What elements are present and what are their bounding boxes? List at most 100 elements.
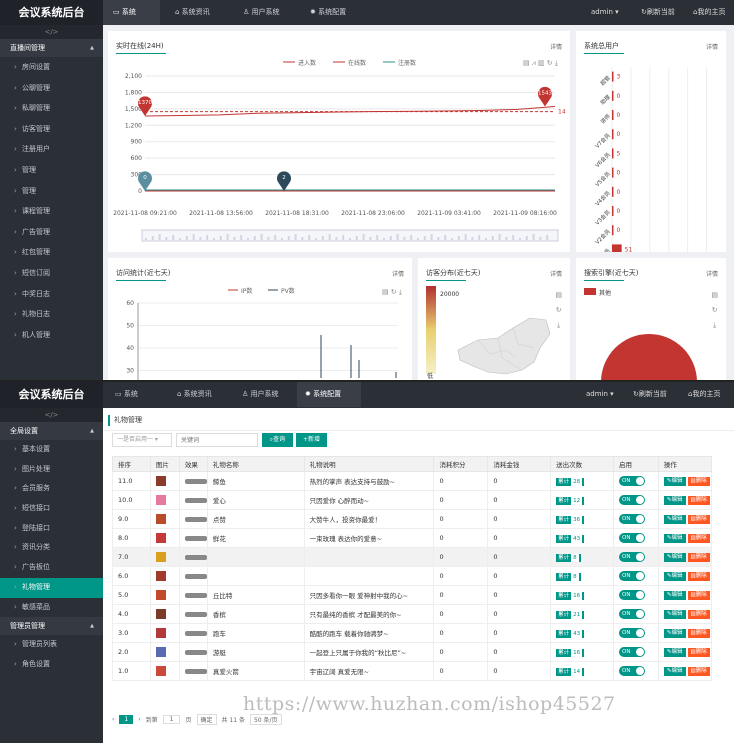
enable-toggle[interactable]: ON xyxy=(618,476,645,486)
table-row[interactable]: 8.0 鲜花 一束玫瑰 表达你的爱意~ 0 0 累计 43 ON ✎编辑 ▥删除 xyxy=(112,528,713,548)
table-row[interactable]: 6.0 0 0 累计 8 ON ✎编辑 ▥删除 xyxy=(112,566,713,586)
tab-news[interactable]: ⌂ 系统资讯 xyxy=(165,0,227,25)
chart-toolbox[interactable]: ▤ ↻ ⤓ xyxy=(555,288,562,333)
sidebar-item[interactable]: 短信订阅 xyxy=(0,263,103,284)
sidebar-item[interactable]: 访客管理 xyxy=(0,119,103,140)
admin-menu[interactable]: admin ▾ xyxy=(586,382,614,407)
enable-toggle[interactable]: ON xyxy=(618,514,645,524)
sidebar-group-global[interactable]: 全局设置 xyxy=(0,422,103,440)
edit-button[interactable]: ✎编辑 xyxy=(663,629,686,638)
enable-toggle[interactable]: ON xyxy=(618,628,645,638)
sidebar-item[interactable]: 公聊管理 xyxy=(0,78,103,99)
sidebar-item[interactable]: 中奖日志 xyxy=(0,284,103,305)
delete-button[interactable]: ▥删除 xyxy=(687,591,710,600)
delete-button[interactable]: ▥删除 xyxy=(687,553,710,562)
table-row[interactable]: 5.0 丘比特 只因多看你一眼 爱神射中我的心~ 0 0 累计 16 ON ✎编辑 ▥删除 xyxy=(112,585,713,605)
enable-toggle[interactable]: ON xyxy=(618,590,645,600)
refresh-button[interactable]: ↻刷新当前 xyxy=(633,382,667,407)
sidebar-item[interactable]: 红包管理 xyxy=(0,242,103,263)
enable-toggle[interactable]: ON xyxy=(618,571,645,581)
enable-toggle[interactable]: ON xyxy=(618,533,645,543)
edit-button[interactable]: ✎编辑 xyxy=(663,572,686,581)
sidebar-group[interactable]: 直播间管理 xyxy=(0,39,103,57)
delete-button[interactable]: ▥删除 xyxy=(687,496,710,505)
sidebar-item[interactable]: 资讯分类 xyxy=(0,538,103,558)
query-button[interactable]: ⌕查询 xyxy=(262,433,293,447)
tab-config[interactable]: ✹ 系统配置 xyxy=(297,382,361,407)
edit-button[interactable]: ✎编辑 xyxy=(663,610,686,619)
sidebar-item[interactable]: 管理 xyxy=(0,181,103,202)
tab-system[interactable]: ▭ 系统 xyxy=(103,0,160,25)
chart-toolbox[interactable]: ▤ ⩘ ▥ ↻ ⤓ xyxy=(523,59,558,68)
sidebar-item[interactable]: 会员服务 xyxy=(0,479,103,499)
delete-button[interactable]: ▥删除 xyxy=(687,572,710,581)
sidebar-group-admin[interactable]: 管理员管理 xyxy=(0,617,103,636)
enable-toggle[interactable]: ON xyxy=(618,666,645,676)
sidebar-item[interactable]: 敏感菜品 xyxy=(0,598,103,618)
table-row[interactable]: 2.0 游艇 一起登上只属于你我的“秋比尼”~ 0 0 累计 16 ON ✎编辑 ▥删除 xyxy=(112,642,713,662)
tab-users[interactable]: ♙ 用户系统 xyxy=(233,0,295,25)
sidebar-item[interactable]: 房间设置 xyxy=(0,57,103,78)
delete-button[interactable]: ▥删除 xyxy=(687,515,710,524)
table-row[interactable]: 3.0 跑车 酷酷的跑车 载着你驰骋梦~ 0 0 累计 43 ON ✎编辑 ▥删除 xyxy=(112,623,713,643)
delete-button[interactable]: ▥删除 xyxy=(687,477,710,486)
sidebar-item[interactable]: 管理员列表 xyxy=(0,635,103,655)
sidebar-item[interactable]: 礼物管理 xyxy=(0,577,103,598)
tab-news[interactable]: ⌂ 系统资讯 xyxy=(173,382,235,407)
delete-button[interactable]: ▥删除 xyxy=(687,667,710,676)
add-button[interactable]: +新增 xyxy=(296,433,327,447)
tab-system[interactable]: ▭ 系统 xyxy=(111,382,161,407)
table-row[interactable]: 4.0 香槟 只有最纯的香槟 才配最美的你~ 0 0 累计 21 ON ✎编辑 ▥删除 xyxy=(112,604,713,624)
delete-button[interactable]: ▥删除 xyxy=(687,534,710,543)
chart-toolbox[interactable]: ▤ ↻ ⤓ xyxy=(711,288,718,333)
sidebar-item[interactable]: 广告板位 xyxy=(0,558,103,578)
page-size-select[interactable]: 50 条/页 xyxy=(249,713,282,725)
sidebar-item[interactable]: 课程管理 xyxy=(0,201,103,222)
sidebar-item[interactable]: 礼物日志 xyxy=(0,304,103,325)
sidebar-toggle[interactable]: </> xyxy=(0,25,103,39)
sidebar-item[interactable]: 图片处理 xyxy=(0,460,103,480)
enable-toggle[interactable]: ON xyxy=(618,495,645,505)
sidebar-toggle[interactable]: </> xyxy=(0,408,103,422)
edit-button[interactable]: ✎编辑 xyxy=(663,496,686,505)
home-link[interactable]: ⌂我的主页 xyxy=(688,382,720,407)
edit-button[interactable]: ✎编辑 xyxy=(663,534,686,543)
confirm-button[interactable]: 确定 xyxy=(196,713,217,725)
delete-button[interactable]: ▥删除 xyxy=(687,610,710,619)
table-row[interactable]: 10.0 爱心 只因爱你 心醉而动~ 0 0 累计 12 ON ✎编辑 ▥删除 xyxy=(112,490,713,510)
chart-toolbox[interactable]: ▤ ↻ ⤓ xyxy=(382,288,402,297)
enable-toggle[interactable]: ON xyxy=(618,552,645,562)
enable-toggle[interactable]: ON xyxy=(618,609,645,619)
edit-button[interactable]: ✎编辑 xyxy=(663,515,686,524)
sidebar-item[interactable]: 基本设置 xyxy=(0,440,103,460)
sidebar-item[interactable]: 短信接口 xyxy=(0,499,103,519)
delete-button[interactable]: ▥删除 xyxy=(687,648,710,657)
delete-button[interactable]: ▥删除 xyxy=(687,629,710,638)
status-select[interactable]: 一是否启用一 ▾ xyxy=(112,433,172,447)
prev-page-icon[interactable]: ‹ xyxy=(112,716,114,723)
table-row[interactable]: 1.0 真爱火箭 宇宙辽阔 真爱无限~ 0 0 累计 14 ON ✎编辑 ▥删除 xyxy=(112,661,713,681)
sidebar-item[interactable]: 角色设置 xyxy=(0,655,103,675)
refresh-button[interactable]: ↻刷新当前 xyxy=(641,0,675,25)
sidebar-item[interactable]: 私聊管理 xyxy=(0,98,103,119)
page-jump-input[interactable]: 1 xyxy=(162,714,181,724)
tab-config[interactable]: ✹ 系统配置 xyxy=(300,0,362,25)
edit-button[interactable]: ✎编辑 xyxy=(663,477,686,486)
enable-toggle[interactable]: ON xyxy=(618,647,645,657)
sidebar-item[interactable]: 登陆接口 xyxy=(0,519,103,539)
page-current[interactable]: 1 xyxy=(119,714,134,724)
edit-button[interactable]: ✎编辑 xyxy=(663,553,686,562)
edit-button[interactable]: ✎编辑 xyxy=(663,591,686,600)
edit-button[interactable]: ✎编辑 xyxy=(663,648,686,657)
tab-users[interactable]: ♙ 用户系统 xyxy=(238,382,303,407)
table-row[interactable]: 11.0 鲸鱼 热烈的掌声 表达支持与鼓励~ 0 0 累计 28 ON ✎编辑 ▥删除 xyxy=(112,471,713,491)
keyword-input[interactable] xyxy=(176,433,258,447)
home-link[interactable]: ⌂我的主页 xyxy=(693,0,725,25)
table-row[interactable]: 7.0 0 0 累计 8 ON ✎编辑 ▥删除 xyxy=(112,547,713,567)
sidebar-item[interactable]: 管理 xyxy=(0,160,103,181)
edit-button[interactable]: ✎编辑 xyxy=(663,667,686,676)
sidebar-item[interactable]: 注册用户 xyxy=(0,139,103,160)
sidebar-item[interactable]: 机人管理 xyxy=(0,325,103,346)
table-row[interactable]: 9.0 点赞 大赞牛人，投资你最爱！ 0 0 累计 36 ON ✎编辑 ▥删除 xyxy=(112,509,713,529)
next-page-icon[interactable]: › xyxy=(138,716,140,723)
